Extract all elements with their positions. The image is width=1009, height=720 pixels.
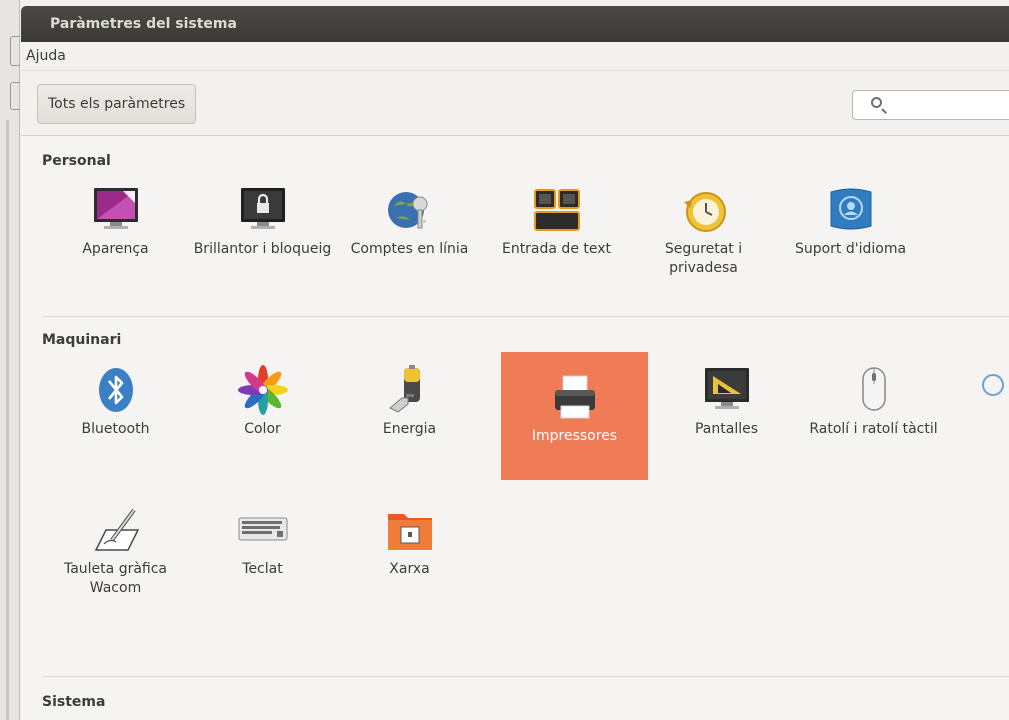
brightness-lock-icon [240, 188, 285, 229]
system-settings-window: Paràmetres del sistema Ajuda Tots els pa… [21, 6, 1009, 720]
item-label: Energia [382, 421, 437, 437]
security-privacy-icon [683, 192, 726, 232]
item-keyboard[interactable]: Teclat [189, 504, 336, 632]
item-label: Color [244, 421, 281, 437]
section-title-personal: Personal [42, 153, 111, 169]
item-language-support[interactable]: Suport d'idioma [777, 184, 924, 312]
item-label: Impressores [531, 428, 618, 444]
mouse-icon [861, 367, 886, 411]
item-label: Tauleta gràfica Wacom [63, 561, 168, 596]
item-label: Bluetooth [81, 421, 150, 437]
section-title-system: Sistema [42, 694, 106, 710]
item-label: Comptes en línia [350, 241, 469, 257]
section-divider [42, 316, 1009, 317]
item-appearance[interactable]: Aparença [42, 184, 189, 312]
bluetooth-icon [98, 368, 133, 412]
text-entry-icon [533, 189, 580, 231]
item-label: Brillantor i bloqueig [193, 241, 332, 257]
menu-help[interactable]: Ajuda [26, 48, 66, 64]
network-icon [387, 514, 432, 550]
language-support-icon [830, 188, 871, 230]
item-label: Xarxa [389, 561, 430, 577]
item-security-privacy[interactable]: Seguretat i privadesa [630, 184, 777, 312]
item-label: Aparença [82, 241, 149, 257]
item-network[interactable]: Xarxa [336, 504, 483, 632]
keyboard-icon [238, 517, 287, 541]
item-power[interactable]: Energia [336, 364, 483, 492]
item-label: Ratolí i ratolí tàctil [809, 421, 938, 437]
appearance-icon [93, 188, 138, 229]
item-color[interactable]: Color [189, 364, 336, 492]
power-icon [388, 365, 420, 413]
item-displays[interactable]: Pantalles [653, 364, 800, 492]
item-printers[interactable]: Impressores [501, 352, 648, 480]
toolbar: Tots els paràmetres [21, 71, 1009, 136]
item-mouse[interactable]: Ratolí i ratolí tàctil [800, 364, 947, 492]
background-stripe [6, 120, 9, 720]
item-label: Suport d'idioma [794, 241, 907, 257]
printer-icon [554, 375, 595, 419]
item-label: Teclat [242, 561, 283, 577]
section-divider [42, 676, 1009, 677]
item-text-entry[interactable]: Entrada de text [483, 184, 630, 312]
item-bluetooth[interactable]: Bluetooth [42, 364, 189, 492]
background-button-edge [10, 82, 20, 110]
item-wacom-tablet[interactable]: Tauleta gràfica Wacom [42, 504, 189, 632]
search-input[interactable] [852, 90, 1009, 120]
section-title-hardware: Maquinari [42, 332, 122, 348]
background-window-edge [0, 0, 20, 720]
online-accounts-icon [387, 192, 427, 229]
search-icon [871, 97, 882, 108]
item-label: Entrada de text [501, 241, 612, 257]
item-online-accounts[interactable]: Comptes en línia [336, 184, 483, 312]
item-label: Pantalles [694, 421, 759, 437]
item-label: Seguretat i privadesa [664, 241, 743, 276]
partial-icon [982, 374, 1004, 396]
menubar: Ajuda [21, 42, 1009, 71]
displays-icon [704, 368, 749, 409]
settings-grid: Personal Aparença Brillantor i bloqueig … [21, 136, 1009, 720]
item-brightness-lock[interactable]: Brillantor i bloqueig [189, 184, 336, 312]
color-icon [237, 365, 288, 415]
window-title[interactable]: Paràmetres del sistema [21, 6, 1009, 42]
background-button-edge [10, 36, 20, 66]
all-settings-button[interactable]: Tots els paràmetres [37, 84, 197, 124]
wacom-tablet-icon [94, 508, 139, 551]
